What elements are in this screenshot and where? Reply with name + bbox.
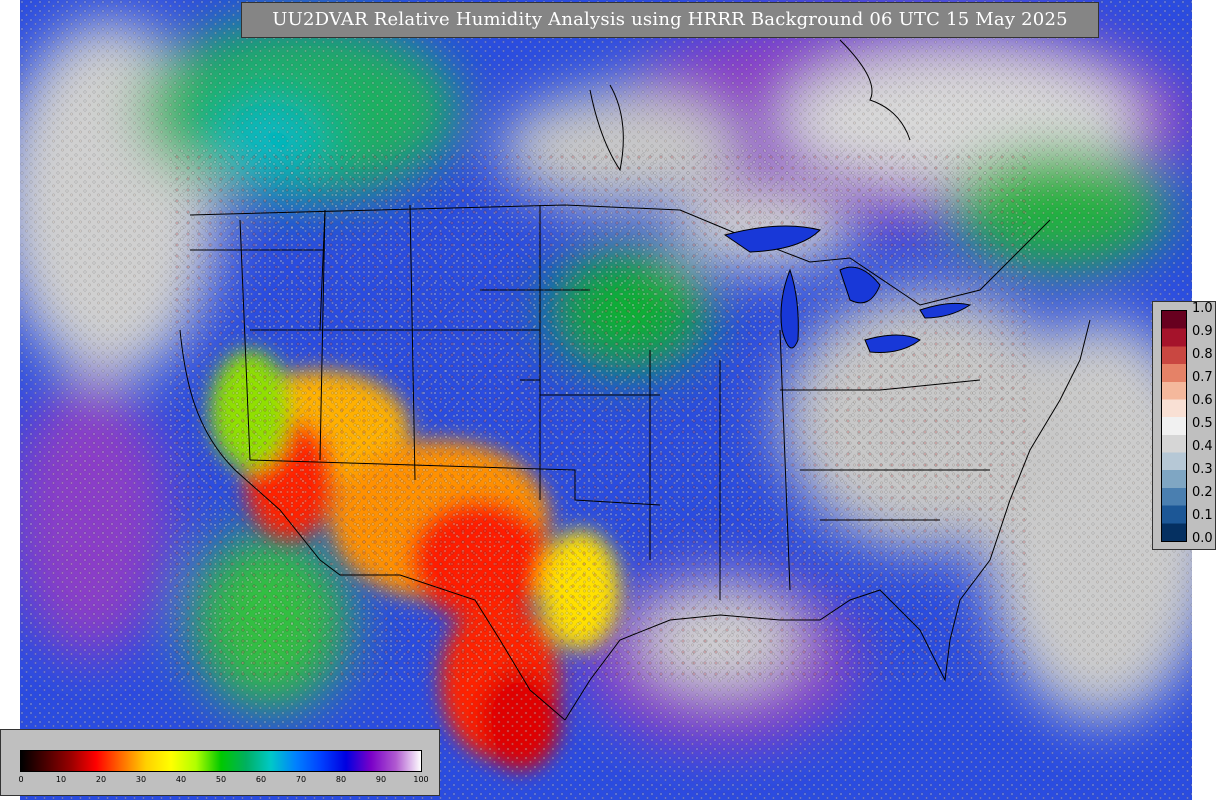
pct-tick-100: 100 [413,775,429,784]
map-title: UU2DVAR Relative Humidity Analysis using… [272,9,1068,30]
rh-tick-0-0: 0.0 [1192,531,1213,546]
pct-tick-30: 30 [135,775,147,784]
pct-tick-90: 90 [375,775,387,784]
rh-tick-1-0: 1.0 [1192,301,1213,316]
rh-tick-0-5: 0.5 [1192,416,1213,431]
pct-tick-0: 0 [18,775,24,784]
rh-analysis-map [20,0,1192,800]
pct-tick-20: 20 [95,775,107,784]
rh-percent-legend: 0 10 20 30 40 50 60 70 80 90 100 [0,729,440,796]
rh-tick-0-4: 0.4 [1192,439,1213,454]
rh-fraction-colorbar [1161,310,1187,542]
title-banner: UU2DVAR Relative Humidity Analysis using… [241,2,1099,38]
rh-percent-colorbar [20,750,422,772]
rh-tick-0-7: 0.7 [1192,370,1213,385]
pct-tick-40: 40 [175,775,187,784]
rh-field [20,0,1192,800]
rh-tick-0-9: 0.9 [1192,324,1213,339]
pct-tick-80: 80 [335,775,347,784]
rh-tick-0-6: 0.6 [1192,393,1213,408]
pct-tick-60: 60 [255,775,267,784]
pct-tick-70: 70 [295,775,307,784]
pct-tick-50: 50 [215,775,227,784]
rh-tick-0-8: 0.8 [1192,347,1213,362]
rh-tick-0-2: 0.2 [1192,485,1213,500]
rh-tick-0-1: 0.1 [1192,508,1213,523]
pct-tick-10: 10 [55,775,67,784]
rh-tick-0-3: 0.3 [1192,462,1213,477]
